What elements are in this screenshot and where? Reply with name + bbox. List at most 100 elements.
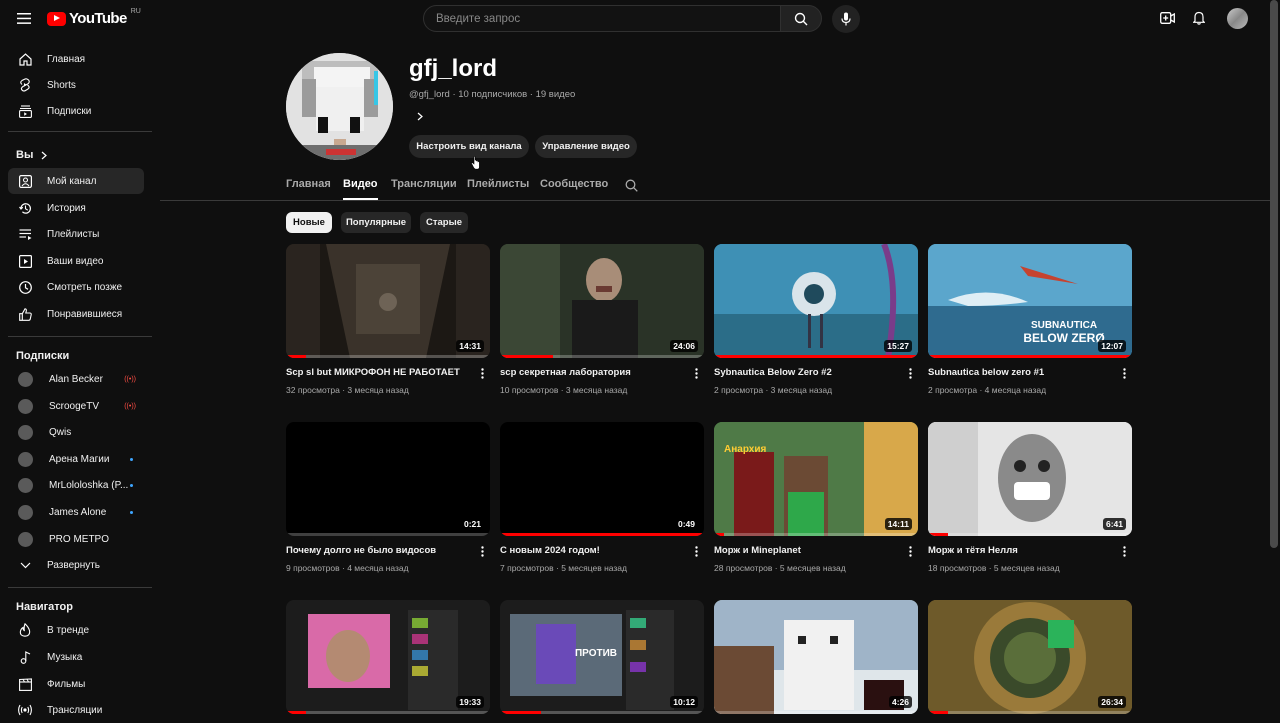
channel-avatar[interactable] xyxy=(286,53,393,160)
video-menu-button[interactable] xyxy=(690,543,702,559)
video-title[interactable]: Почему долго не было видосов xyxy=(286,545,466,556)
subscription-label: James Alone xyxy=(49,506,107,518)
video-thumbnail-morzh-mineplanet[interactable]: Анархия 14:11 xyxy=(714,422,918,536)
search-input[interactable]: Введите запрос xyxy=(423,5,781,32)
menu-icon[interactable] xyxy=(8,2,40,34)
sidebar-sub-qwis[interactable]: Qwis xyxy=(8,419,144,445)
subscription-label: Alan Becker xyxy=(49,373,103,385)
video-card[interactable]: 0:49 С новым 2024 годом! 7 просмотров · 5 … xyxy=(500,422,704,573)
sidebar-item-watch-later[interactable]: Смотреть позже xyxy=(8,274,144,300)
sidebar-item-label: В тренде xyxy=(47,624,90,636)
search-button[interactable] xyxy=(780,5,822,32)
sidebar-item-my-channel[interactable]: Мой канал xyxy=(8,168,144,194)
sidebar-item-label: Смотреть позже xyxy=(47,281,123,293)
sidebar-divider xyxy=(8,336,152,337)
video-duration: 26:34 xyxy=(1098,696,1126,708)
video-title[interactable]: scp секретная лаборатория xyxy=(500,367,680,378)
page-scrollbar[interactable] xyxy=(1270,0,1278,548)
manage-videos-button[interactable]: Управление видео xyxy=(535,135,637,158)
tab-home[interactable]: Главная xyxy=(286,178,331,200)
video-title[interactable]: Морж и Mineplanet xyxy=(714,545,894,556)
channel-more-info-button[interactable] xyxy=(414,109,426,123)
video-title[interactable]: С новым 2024 годом! xyxy=(500,545,680,556)
sidebar-item-history[interactable]: История xyxy=(8,195,144,221)
video-card[interactable]: Анархия 14:11 Морж и Mineplanet 28 просмотр… xyxy=(714,422,918,573)
video-thumbnail-video-9[interactable]: 19:33 xyxy=(286,600,490,714)
notifications-button[interactable] xyxy=(1183,2,1215,34)
video-menu-button[interactable] xyxy=(904,543,916,559)
sidebar-you-header[interactable]: Вы xyxy=(16,149,48,161)
video-thumbnail-video-12[interactable]: 26:34 xyxy=(928,600,1132,714)
video-card[interactable]: 26:34 xyxy=(928,600,1132,714)
video-thumbnail-video-11[interactable]: 4:26 xyxy=(714,600,918,714)
account-avatar[interactable] xyxy=(1227,8,1248,29)
video-thumbnail-why-no-videos[interactable]: 0:21 xyxy=(286,422,490,536)
video-card[interactable]: 24:06 scp секретная лаборатория 10 просмот… xyxy=(500,244,704,395)
tab-live[interactable]: Трансляции xyxy=(391,178,457,200)
video-menu-button[interactable] xyxy=(690,365,702,381)
video-title[interactable]: Морж и тётя Нелля xyxy=(928,545,1108,556)
sidebar-item-liked[interactable]: Понравившиеся xyxy=(8,301,144,327)
sidebar-item-subscriptions[interactable]: Подписки xyxy=(8,98,144,124)
video-thumbnail-scp-lab[interactable]: 24:06 xyxy=(500,244,704,358)
tab-playlists[interactable]: Плейлисты xyxy=(467,178,529,200)
create-button[interactable] xyxy=(1151,2,1183,34)
thumbnail-caption: Анархия xyxy=(724,444,767,455)
video-card[interactable]: 19:33 xyxy=(286,600,490,714)
sidebar-item-trending[interactable]: В тренде xyxy=(8,617,144,643)
sidebar-expand-button[interactable]: Развернуть xyxy=(8,552,144,578)
video-card[interactable]: 0:21 Почему долго не было видосов 9 просмо… xyxy=(286,422,490,573)
chip-newest[interactable]: Новые xyxy=(286,212,332,233)
video-thumbnail-scp-mic[interactable]: 14:31 xyxy=(286,244,490,358)
tab-videos[interactable]: Видео xyxy=(343,178,378,200)
video-menu-button[interactable] xyxy=(1118,365,1130,381)
video-card[interactable]: 4:26 xyxy=(714,600,918,714)
video-title[interactable]: Subnautica below zero #1 xyxy=(928,367,1108,378)
youtube-logo[interactable]: YouTube RU xyxy=(47,8,141,27)
sidebar-sub-scroogetv[interactable]: ScroogeTV ((•)) xyxy=(8,393,144,419)
sidebar-item-music[interactable]: Музыка xyxy=(8,644,144,670)
video-thumbnail-subnautica-2[interactable]: 15:27 xyxy=(714,244,918,358)
avatar xyxy=(18,451,33,467)
video-thumbnail-video-10[interactable]: ПРОТИВ 10:12 xyxy=(500,600,704,714)
sidebar-item-movies[interactable]: Фильмы xyxy=(8,671,144,697)
chevron-right-icon xyxy=(417,112,423,120)
channel-search-button[interactable] xyxy=(625,179,638,201)
video-thumbnail-new-year-2024[interactable]: 0:49 xyxy=(500,422,704,536)
sidebar-subscriptions-header: Подписки xyxy=(16,350,69,362)
new-content-dot xyxy=(130,457,133,461)
video-menu-button[interactable] xyxy=(476,543,488,559)
chevron-right-icon xyxy=(41,151,48,159)
sidebar-sub-james-alone[interactable]: James Alone xyxy=(8,499,144,525)
sidebar-sub-alan-becker[interactable]: Alan Becker ((•)) xyxy=(8,366,144,392)
sidebar-item-playlists[interactable]: Плейлисты xyxy=(8,221,144,247)
sidebar-sub-pro-metro[interactable]: PRO METPO xyxy=(8,526,144,552)
sidebar-item-home[interactable]: Главная xyxy=(8,46,144,72)
video-thumbnail-morzh-nellya[interactable]: 6:41 xyxy=(928,422,1132,536)
more-vertical-icon xyxy=(694,367,698,379)
history-icon xyxy=(18,201,32,215)
video-menu-button[interactable] xyxy=(476,365,488,381)
video-title[interactable]: Scp sl but МИКРОФОН НЕ РАБОТАЕТ xyxy=(286,367,466,378)
video-card[interactable]: 14:31 Scp sl but МИКРОФОН НЕ РАБОТАЕТ 32 п… xyxy=(286,244,490,395)
sidebar-sub-mrlololoshka[interactable]: MrLololoshka (P... xyxy=(8,472,144,498)
video-card[interactable]: SUBNAUTICA BELOW ZERØ 12:07 Subnautica belo… xyxy=(928,244,1132,395)
video-thumbnail-subnautica-1[interactable]: SUBNAUTICA BELOW ZERØ 12:07 xyxy=(928,244,1132,358)
channel-icon xyxy=(18,174,32,188)
video-duration: 0:21 xyxy=(460,518,484,530)
sidebar-item-live[interactable]: Трансляции xyxy=(8,697,144,723)
sidebar-item-shorts[interactable]: Shorts xyxy=(8,72,144,98)
video-menu-button[interactable] xyxy=(904,365,916,381)
video-menu-button[interactable] xyxy=(1118,543,1130,559)
video-card[interactable]: 15:27 Sybnautica Below Zero #2 2 просмотра… xyxy=(714,244,918,395)
chip-oldest[interactable]: Старые xyxy=(420,212,468,233)
video-title[interactable]: Sybnautica Below Zero #2 xyxy=(714,367,894,378)
customize-channel-button[interactable]: Настроить вид канала xyxy=(409,135,529,158)
video-card[interactable]: ПРОТИВ 10:12 xyxy=(500,600,704,714)
chip-popular[interactable]: Популярные xyxy=(341,212,411,233)
sidebar-sub-arena-magii[interactable]: Арена Магии xyxy=(8,446,144,472)
voice-search-button[interactable] xyxy=(832,5,860,33)
sidebar-item-your-videos[interactable]: Ваши видео xyxy=(8,248,144,274)
tab-community[interactable]: Сообщество xyxy=(540,178,608,200)
video-card[interactable]: 6:41 Морж и тётя Нелля 18 просмотров · 5 м… xyxy=(928,422,1132,573)
